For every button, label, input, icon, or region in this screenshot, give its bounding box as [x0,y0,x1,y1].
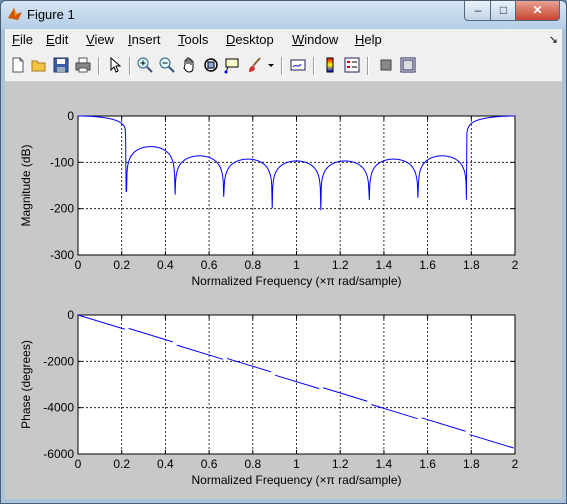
menu-bar: File Edit View Insert Tools Desktop Wind… [5,29,562,51]
maximize-button[interactable]: □ [490,1,517,21]
y-axis-label: Magnitude (dB) [19,144,33,226]
print-icon[interactable] [74,56,92,74]
dock-arrow-icon[interactable]: ↘ [549,33,558,46]
toolbar-separator [281,57,283,75]
x-tick-label: 0.8 [244,457,261,471]
y-tick-label: 0 [67,109,74,123]
x-tick-label: 1 [293,258,300,272]
toolbar-separator [98,57,100,75]
menu-view[interactable]: View [86,32,114,47]
x-tick-label: 1 [293,457,300,471]
x-tick-label: 0 [75,457,82,471]
link-plot-icon[interactable] [289,56,307,74]
toolbar-separator [367,57,369,75]
brush-icon[interactable] [246,56,264,74]
menu-tools[interactable]: Tools [178,32,208,47]
data-cursor-icon[interactable] [224,56,242,74]
x-tick-label: 1.8 [463,258,480,272]
axes-phase: 0 0.2 0.4 0.6 0.8 1 1.2 1.4 1.6 1.8 2 0 -2000 -4000 -6… [19,308,519,487]
hide-plot-tools-icon[interactable] [377,56,395,74]
menu-help[interactable]: Help [355,32,382,47]
y-tick-label: -300 [50,248,74,262]
y-tick-label: -2000 [43,354,74,368]
menu-insert[interactable]: Insert [128,32,161,47]
figure-toolbar [5,51,562,82]
close-button[interactable]: ✕ [515,1,560,21]
y-axis-label: Phase (degrees) [19,340,33,429]
y-tick-label: -6000 [43,447,74,461]
x-tick-label: 0.6 [201,457,218,471]
dropdown-arrow-icon[interactable] [266,56,276,74]
figure-canvas: 0 0.2 0.4 0.6 0.8 1 1.2 1.4 1.6 1.8 2 0 -100 -200 -300… [5,82,562,499]
x-tick-label: 1.2 [332,258,349,272]
x-tick-label: 0.4 [157,258,174,272]
x-axis-label: Normalized Frequency (×π rad/sample) [191,473,401,487]
x-tick-label: 1.2 [332,457,349,471]
x-tick-label: 1.6 [419,258,436,272]
figure-window: Figure 1 – □ ✕ File Edit View Insert Too… [0,0,567,504]
window-title: Figure 1 [27,7,75,22]
y-tick-label: -4000 [43,401,74,415]
x-tick-label: 0.4 [157,457,174,471]
x-tick-label: 1.4 [376,258,393,272]
show-plot-tools-icon[interactable] [399,56,417,74]
save-icon[interactable] [52,56,70,74]
x-tick-label: 0.2 [113,457,130,471]
colorbar-icon[interactable] [321,56,339,74]
matlab-logo-icon [8,8,22,20]
x-tick-label: 1.8 [463,457,480,471]
new-figure-icon[interactable] [9,56,27,74]
pointer-icon[interactable] [106,56,124,74]
x-tick-label: 0 [75,258,82,272]
toolbar-separator [129,57,131,75]
x-tick-label: 0.8 [244,258,261,272]
menu-window[interactable]: Window [292,32,338,47]
x-tick-label: 2 [512,258,519,272]
x-tick-label: 0.2 [113,258,130,272]
axes-magnitude: 0 0.2 0.4 0.6 0.8 1 1.2 1.4 1.6 1.8 2 0 -100 -200 -300… [19,109,519,288]
menu-edit[interactable]: Edit [46,32,68,47]
legend-icon[interactable] [343,56,361,74]
y-tick-label: 0 [67,308,74,322]
rotate-3d-icon[interactable] [202,56,220,74]
title-bar[interactable]: Figure 1 – □ ✕ [1,1,566,29]
menu-desktop[interactable]: Desktop [226,32,274,47]
y-tick-label: -200 [50,202,74,216]
x-axis-label: Normalized Frequency (×π rad/sample) [191,274,401,288]
toolbar-separator [313,57,315,75]
pan-icon[interactable] [180,56,198,74]
x-tick-label: 1.4 [376,457,393,471]
zoom-in-icon[interactable] [136,56,154,74]
x-tick-label: 2 [512,457,519,471]
menu-file[interactable]: File [12,32,33,47]
x-tick-label: 1.6 [419,457,436,471]
open-file-icon[interactable] [30,56,48,74]
minimize-button[interactable]: – [464,1,492,21]
zoom-out-icon[interactable] [158,56,176,74]
plots-svg: 0 0.2 0.4 0.6 0.8 1 1.2 1.4 1.6 1.8 2 0 -100 -200 -300… [19,109,519,487]
y-tick-label: -100 [50,155,74,169]
x-tick-label: 0.6 [201,258,218,272]
